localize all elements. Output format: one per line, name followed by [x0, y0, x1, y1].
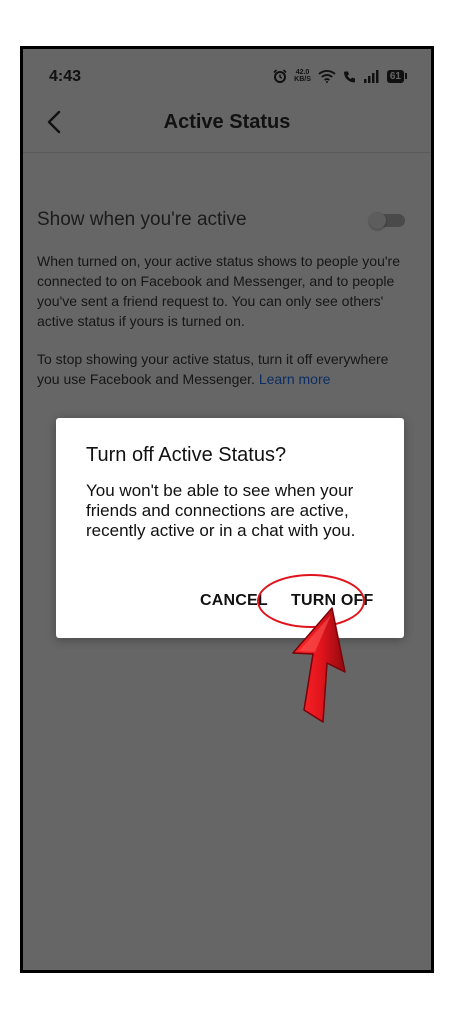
wifi-call-icon [343, 69, 357, 83]
turn-off-button[interactable]: TURN OFF [291, 592, 373, 610]
alarm-icon [273, 69, 287, 83]
status-time: 4:43 [49, 68, 82, 85]
setting-label: Show when you're active [37, 209, 247, 230]
cancel-button[interactable]: CANCEL [200, 592, 268, 610]
page-title: Active Status [163, 111, 291, 133]
description-paragraph-2: To stop showing your active status, turn… [37, 349, 407, 389]
app-bar: Active Status [23, 101, 431, 145]
dialog-actions: CANCEL TURN OFF [56, 592, 404, 616]
signal-icon [363, 69, 380, 83]
active-status-setting: Show when you're active [37, 207, 405, 235]
network-speed: 42.0 KB/S [294, 69, 311, 83]
dialog-title: Turn off Active Status? [86, 444, 287, 466]
header-divider [23, 152, 431, 153]
learn-more-link[interactable]: Learn more [259, 371, 331, 387]
active-status-toggle[interactable] [369, 212, 405, 229]
description-paragraph-1: When turned on, your active status shows… [37, 253, 400, 329]
battery-icon: 61 [386, 69, 407, 83]
wifi-icon [318, 69, 336, 83]
status-bar: 4:43 42.0 KB/S 61 [23, 49, 431, 101]
phone-screen: 4:43 42.0 KB/S 61 Active Status Show whe… [20, 46, 434, 973]
turn-off-dialog: Turn off Active Status? You won't be abl… [56, 418, 404, 638]
dialog-message: You won't be able to see when your frien… [86, 481, 356, 540]
description-text: To stop showing your active status, turn… [37, 351, 389, 387]
status-icons: 42.0 KB/S 61 [273, 64, 407, 88]
